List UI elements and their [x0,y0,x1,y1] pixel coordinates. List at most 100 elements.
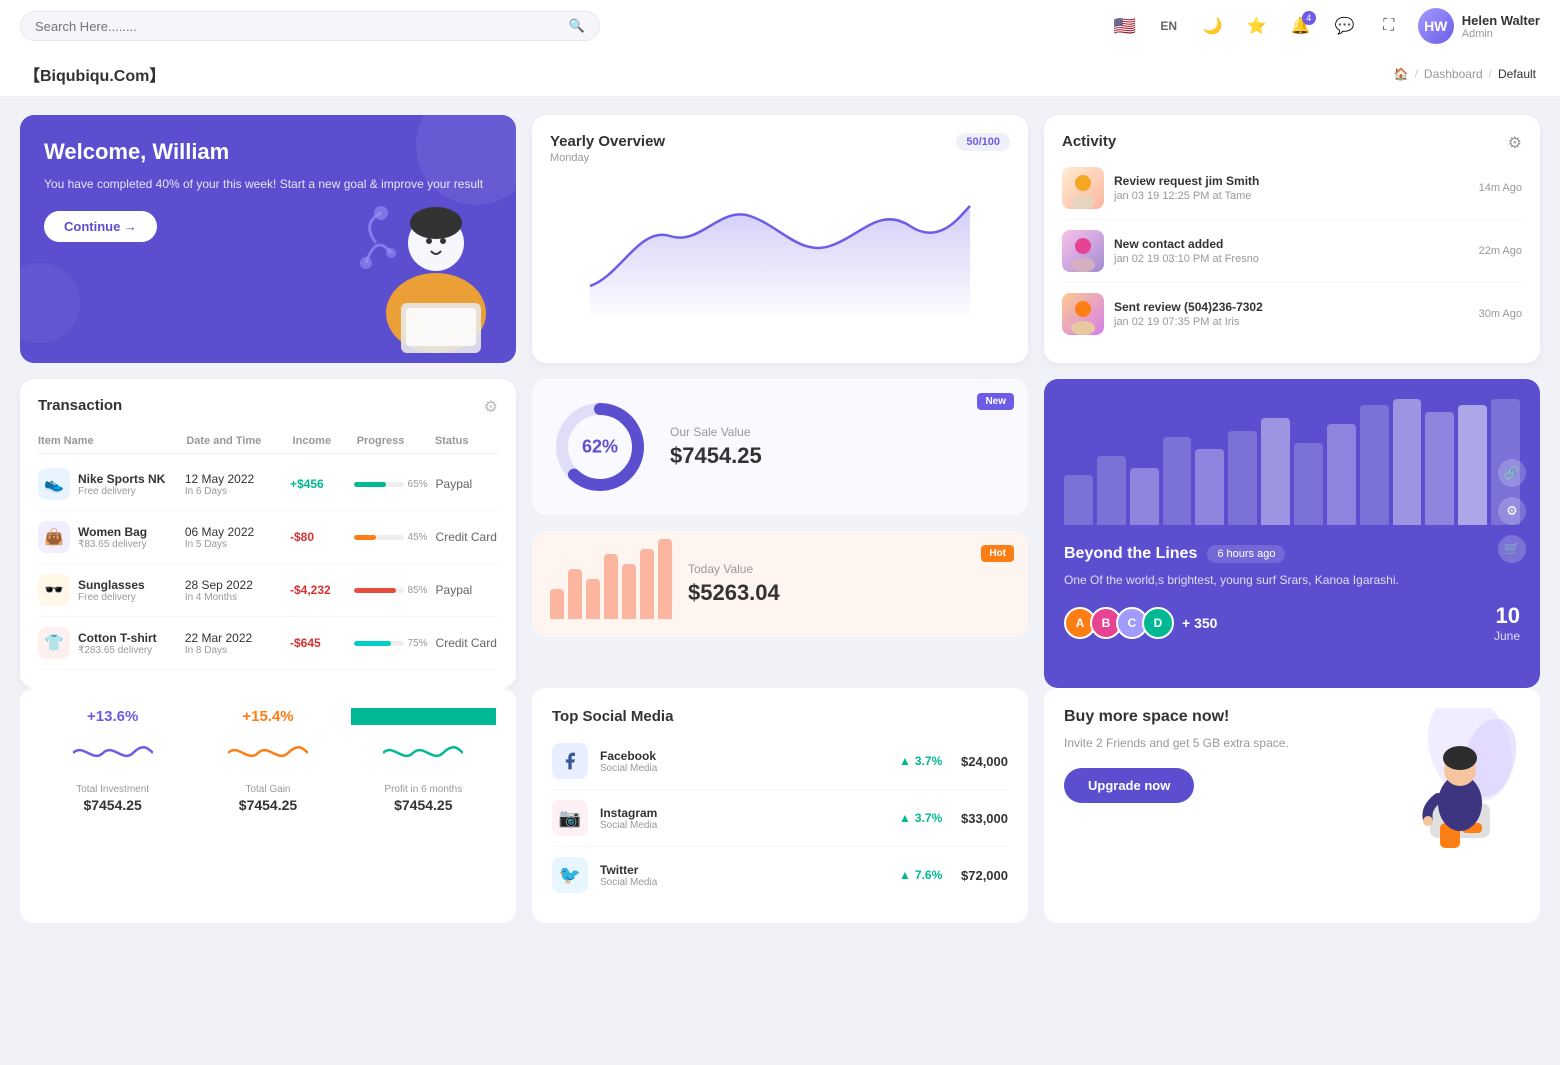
wave-3 [383,733,463,773]
bar-4 [604,554,618,619]
bar-6 [640,549,654,619]
bc-3 [1130,468,1159,525]
bc-13 [1458,405,1487,525]
welcome-illustration [346,183,506,363]
tw-info: Twitter Social Media [600,863,887,888]
investment-card: +13.6% Total Investment $7454.25 +15.4% … [20,688,516,923]
language-flag[interactable]: 🇺🇸 [1110,11,1140,41]
activity-title-3: Sent review (504)236-7302 [1114,300,1469,314]
ig-info: Instagram Social Media [600,806,887,831]
social-item-ig: 📷 Instagram Social Media ▲3.7% $33,000 [552,790,1008,847]
event-day: 10 [1494,603,1520,629]
date-sub-1: In 6 Days [185,486,282,497]
item-main-4: Cotton T-shirt [78,631,157,645]
income-3: -$4,232 [290,583,346,597]
search-input[interactable] [35,19,561,34]
beyond-icons: 🔗 ⚙ 🛒 [1498,459,1526,563]
social-card: Top Social Media Facebook Social Media ▲… [532,688,1028,923]
current-page: Default [1498,67,1536,81]
tw-sub: Social Media [600,877,887,888]
activity-item-2: New contact added jan 02 19 03:10 PM at … [1062,220,1522,283]
status-4: Credit Card [436,636,498,650]
user-role: Admin [1462,28,1540,40]
twitter-icon: 🐦 [552,857,588,893]
avatar-4: D [1142,607,1174,639]
date-sub-4: In 8 Days [185,645,282,656]
message-icon[interactable]: 💬 [1330,11,1360,41]
bc-1 [1064,475,1093,525]
sep2: / [1489,67,1492,81]
item-name-1: 👟 Nike Sports NK Free delivery [38,468,177,500]
col-status: Status [435,435,498,447]
language-label[interactable]: EN [1154,11,1184,41]
col-date: Date and Time [186,435,284,447]
invest-pct-1: +13.6% [40,708,185,725]
item-main-1: Nike Sports NK [78,472,165,486]
today-value: $5263.04 [688,580,1010,606]
income-1: +$456 [290,477,346,491]
sale-label: Our Sale Value [670,425,1010,439]
progress-1: 65% [354,479,428,490]
wave-1 [73,733,153,773]
home-icon[interactable]: 🏠 [1394,67,1409,81]
beyond-chart [1064,399,1520,529]
bar-2 [568,569,582,619]
social-item-tw: 🐦 Twitter Social Media ▲7.6% $72,000 [552,847,1008,903]
ig-value: $33,000 [961,811,1008,826]
hot-badge: Hot [981,545,1014,562]
continue-button[interactable]: Continue → [44,211,157,242]
invest-label-2: Total Gain [195,784,340,795]
search-icon: 🔍 [569,18,585,34]
invest-stat-2: +15.4% Total Gain $7454.25 [195,708,340,813]
social-title: Top Social Media [552,708,673,725]
activity-title-1: Review request jim Smith [1114,174,1469,188]
bc-9 [1327,424,1356,525]
fb-name: Facebook [600,749,887,763]
user-info[interactable]: HW Helen Walter Admin [1418,8,1540,44]
dashboard-link[interactable]: Dashboard [1424,67,1483,81]
search-bar[interactable]: 🔍 [20,11,600,41]
activity-sub-2: jan 02 19 03:10 PM at Fresno [1114,253,1469,265]
item-sub-1: Free delivery [78,486,165,497]
beyond-icon-2[interactable]: ⚙ [1498,497,1526,525]
middle-center-col: New 62% Our Sale Value $7454.25 Hot [532,379,1028,688]
today-label: Today Value [688,562,1010,576]
beyond-title: Beyond the Lines [1064,545,1197,563]
expand-icon[interactable]: ⛶ [1374,11,1404,41]
date-sub-3: In 4 Months [185,592,282,603]
sep1: / [1415,67,1418,81]
activity-thumb-2 [1062,230,1104,272]
col-item-name: Item Name [38,435,178,447]
activity-sub-1: jan 03 19 12:25 PM at Tame [1114,190,1469,202]
bar-7 [658,539,672,619]
activity-settings-icon[interactable]: ⚙ [1508,133,1522,153]
notification-icon[interactable]: 🔔 4 [1286,11,1316,41]
bc-11 [1393,399,1422,525]
activity-title: Activity [1062,133,1116,150]
item-main-2: Women Bag [78,525,147,539]
bottom-row: +13.6% Total Investment $7454.25 +15.4% … [0,688,1560,943]
transaction-settings-icon[interactable]: ⚙ [484,397,498,417]
wave-2 [228,733,308,773]
item-name-4: 👕 Cotton T-shirt ₹283.65 delivery [38,627,177,659]
activity-time-2: 22m Ago [1479,245,1522,257]
sale-card: New 62% Our Sale Value $7454.25 [532,379,1028,515]
dark-mode-toggle[interactable]: 🌙 [1198,11,1228,41]
avatars-row: A B C D + 350 [1064,607,1217,639]
activity-time-3: 30m Ago [1479,308,1522,320]
activity-thumb-3 [1062,293,1104,335]
favorites-icon[interactable]: ⭐ [1242,11,1272,41]
yearly-title: Yearly Overview [550,133,665,150]
activity-header: Activity ⚙ [1062,133,1522,153]
buy-illustration [1390,708,1520,851]
ig-name: Instagram [600,806,887,820]
beyond-icon-1[interactable]: 🔗 [1498,459,1526,487]
beyond-icon-3[interactable]: 🛒 [1498,535,1526,563]
activity-time-1: 14m Ago [1479,182,1522,194]
invest-stats: +13.6% Total Investment $7454.25 +15.4% … [40,708,496,813]
activity-info-3: Sent review (504)236-7302 jan 02 19 07:3… [1114,300,1469,328]
upgrade-button[interactable]: Upgrade now [1064,768,1194,803]
bc-12 [1425,412,1454,525]
bc-4 [1163,437,1192,525]
bar-3 [586,579,600,619]
